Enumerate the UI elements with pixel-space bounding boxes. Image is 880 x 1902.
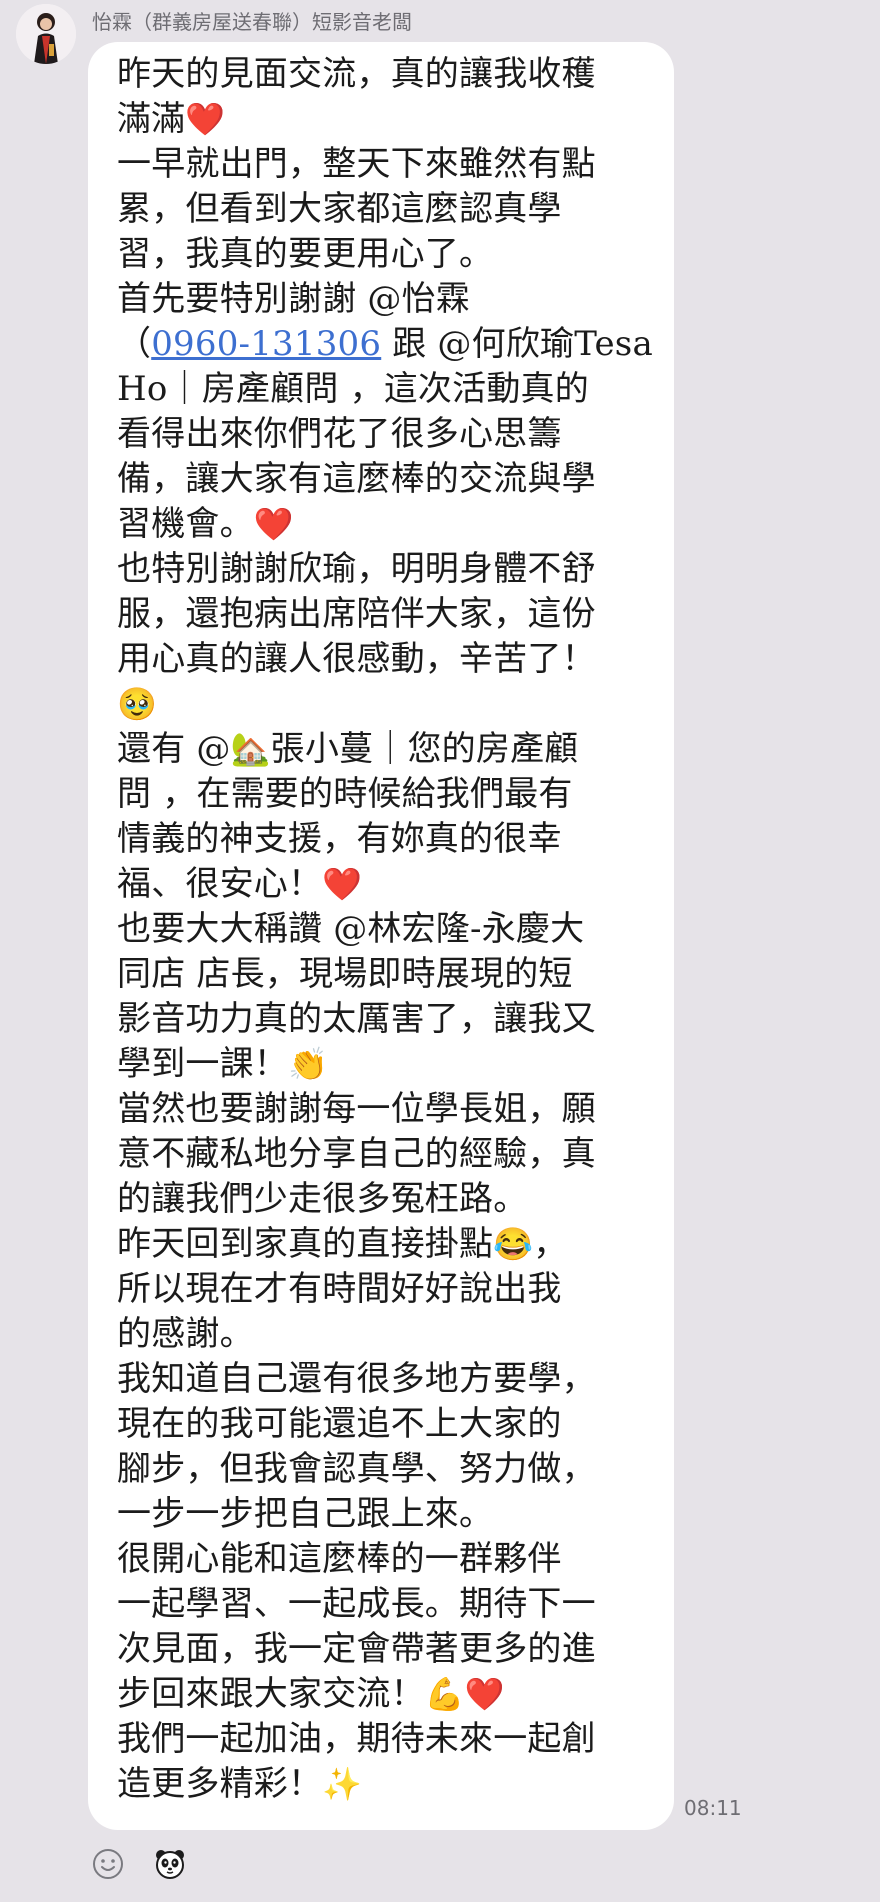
message-line: 情義的神支援，有妳真的很幸 bbox=[117, 817, 644, 862]
message-line: 習機會。❤️ bbox=[117, 502, 644, 547]
message-text-segment: 昨天回到家真的直接掛點 bbox=[117, 1224, 494, 1264]
message-text-segment: 服，還抱病出席陪伴大家，這份 bbox=[117, 594, 596, 634]
message-text-segment: 同店 店長，現場即時展現的短 bbox=[117, 954, 573, 994]
message-text-segment: 的讓我們少走很多冤枉路。 bbox=[117, 1179, 528, 1219]
emoji: 🏡 bbox=[230, 730, 271, 768]
emoji: 💪❤️ bbox=[424, 1675, 505, 1713]
reaction-bar bbox=[90, 1846, 188, 1882]
emoji: ❤️ bbox=[185, 100, 226, 138]
message-text-segment: 造更多精彩！ bbox=[117, 1764, 323, 1804]
smiley-react-icon[interactable] bbox=[90, 1846, 126, 1882]
message-text-segment: 累，但看到大家都這麼認真學 bbox=[117, 189, 562, 229]
message-line: 也要大大稱讚 @林宏隆-永慶大 bbox=[117, 907, 644, 952]
message-line: （0960-131306 跟 @何欣瑜Tesa bbox=[117, 322, 653, 367]
message-text-segment: 很開心能和這麼棒的一群夥伴 bbox=[117, 1539, 562, 1579]
message-text-segment: 一起學習、一起成長。期待下一 bbox=[117, 1584, 596, 1624]
emoji: 😂 bbox=[493, 1225, 534, 1263]
message-line: 現在的我可能還追不上大家的 bbox=[117, 1402, 644, 1447]
message-text-segment: ， bbox=[533, 1224, 568, 1264]
message-text-segment: 步回來跟大家交流！ bbox=[117, 1674, 425, 1714]
panda-sticker-icon[interactable] bbox=[152, 1846, 188, 1882]
message-text-segment: 昨天的見面交流，真的讓我收穫 bbox=[117, 54, 596, 94]
emoji: 👏 bbox=[288, 1045, 329, 1083]
message-text-segment: 腳步，但我會認真學、努力做， bbox=[117, 1449, 596, 1489]
message-text-segment: 當然也要謝謝每一位學長姐，願 bbox=[117, 1089, 596, 1129]
message-text-segment: 我們一起加油，期待未來一起創 bbox=[117, 1719, 596, 1759]
message-text-segment: 福、很安心！ bbox=[117, 864, 323, 904]
message-text-segment: 影音功力真的太厲害了，讓我又 bbox=[117, 999, 596, 1039]
message-text: 昨天的見面交流，真的讓我收穫 滿滿❤️ 一早就出門，整天下來雖然有點 累，但看到大家都… bbox=[117, 52, 653, 1807]
message-text-segment: 我知道自己還有很多地方要學， bbox=[117, 1359, 596, 1399]
message-text-segment: 滿滿 bbox=[117, 99, 186, 139]
message-line: 服，還抱病出席陪伴大家，這份 bbox=[117, 592, 644, 637]
message-line: 的感謝。 bbox=[117, 1312, 644, 1357]
message-text-segment: 問 ，在需要的時候給我們最有 bbox=[117, 774, 573, 814]
message-text-segment: 用心真的讓人很感動，辛苦了！ bbox=[117, 639, 596, 679]
message-text-segment: 跟 @何欣瑜Tesa bbox=[381, 324, 653, 364]
message-line: 同店 店長，現場即時展現的短 bbox=[117, 952, 644, 997]
message-text-segment: 現在的我可能還追不上大家的 bbox=[117, 1404, 562, 1444]
sender-name: 怡霖（群義房屋送春聯）短影音老闆 bbox=[92, 10, 412, 34]
message-line: 昨天回到家真的直接掛點😂， bbox=[117, 1222, 644, 1267]
message-line: 福、很安心！❤️ bbox=[117, 862, 644, 907]
message-text-segment: 學到一課！ bbox=[117, 1044, 288, 1084]
message-line: 🥹 bbox=[117, 682, 644, 727]
message-line: 一起學習、一起成長。期待下一 bbox=[117, 1582, 644, 1627]
message-line: 的讓我們少走很多冤枉路。 bbox=[117, 1177, 644, 1222]
message-line: 腳步，但我會認真學、努力做， bbox=[117, 1447, 644, 1492]
message-text-segment: 意不藏私地分享自己的經驗，真 bbox=[117, 1134, 596, 1174]
message-line: 用心真的讓人很感動，辛苦了！ bbox=[117, 637, 644, 682]
message-line: 看得出來你們花了很多心思籌 bbox=[117, 412, 644, 457]
message-line: 我知道自己還有很多地方要學， bbox=[117, 1357, 644, 1402]
message-text-segment: 備，讓大家有這麼棒的交流與學 bbox=[117, 459, 596, 499]
message-line: 滿滿❤️ bbox=[117, 97, 644, 142]
message-line: 意不藏私地分享自己的經驗，真 bbox=[117, 1132, 644, 1177]
message-line: 首先要特別謝謝 @怡霖 bbox=[117, 277, 644, 322]
message-text-segment: 一步一步把自己跟上來。 bbox=[117, 1494, 494, 1534]
message-line: 昨天的見面交流，真的讓我收穫 bbox=[117, 52, 644, 97]
message-text-segment: 習機會。 bbox=[117, 504, 254, 544]
message-line: Ho｜房產顧問 ，這次活動真的 bbox=[117, 367, 644, 412]
message-time: 08:11 bbox=[684, 1796, 742, 1820]
message-line: 很開心能和這麼棒的一群夥伴 bbox=[117, 1537, 644, 1582]
message-text-segment: 次見面，我一定會帶著更多的進 bbox=[117, 1629, 596, 1669]
message-bubble[interactable]: 昨天的見面交流，真的讓我收穫 滿滿❤️ 一早就出門，整天下來雖然有點 累，但看到大家都… bbox=[88, 42, 674, 1830]
message-line: 影音功力真的太厲害了，讓我又 bbox=[117, 997, 644, 1042]
message-text-segment: （ bbox=[117, 324, 152, 364]
message-line: 次見面，我一定會帶著更多的進 bbox=[117, 1627, 644, 1672]
message-text-segment: 首先要特別謝謝 @怡霖 bbox=[117, 279, 471, 319]
message-text-segment: 習，我真的要更用心了。 bbox=[117, 234, 494, 274]
message-text-segment: 還有 @ bbox=[117, 729, 231, 769]
message-line: 一早就出門，整天下來雖然有點 bbox=[117, 142, 644, 187]
emoji: ❤️ bbox=[322, 865, 363, 903]
message-line: 學到一課！👏 bbox=[117, 1042, 644, 1087]
phone-link[interactable]: 0960-131306 bbox=[151, 324, 381, 364]
message-line: 一步一步把自己跟上來。 bbox=[117, 1492, 644, 1537]
message-text-segment: Ho｜房產顧問 ，這次活動真的 bbox=[117, 369, 589, 409]
emoji: 🥹 bbox=[117, 685, 158, 723]
message-line: 備，讓大家有這麼棒的交流與學 bbox=[117, 457, 644, 502]
message-line: 造更多精彩！✨ bbox=[117, 1762, 644, 1807]
message-line: 問 ，在需要的時候給我們最有 bbox=[117, 772, 644, 817]
message-line: 所以現在才有時間好好說出我 bbox=[117, 1267, 644, 1312]
message-line: 累，但看到大家都這麼認真學 bbox=[117, 187, 644, 232]
message-line: 當然也要謝謝每一位學長姐，願 bbox=[117, 1087, 644, 1132]
message-text-segment: 張小蔓｜您的房產顧 bbox=[270, 729, 579, 769]
message-text-segment: 也特別謝謝欣瑜，明明身體不舒 bbox=[117, 549, 596, 589]
message-text-segment: 的感謝。 bbox=[117, 1314, 254, 1354]
message-text-segment: 一早就出門，整天下來雖然有點 bbox=[117, 144, 596, 184]
message-text-segment: 情義的神支援，有妳真的很幸 bbox=[117, 819, 562, 859]
sender-avatar[interactable] bbox=[16, 4, 76, 64]
message-line: 習，我真的要更用心了。 bbox=[117, 232, 644, 277]
message-text-segment: 所以現在才有時間好好說出我 bbox=[117, 1269, 562, 1309]
emoji: ✨ bbox=[322, 1765, 363, 1803]
message-line: 也特別謝謝欣瑜，明明身體不舒 bbox=[117, 547, 644, 592]
message-line: 我們一起加油，期待未來一起創 bbox=[117, 1717, 644, 1762]
message-line: 步回來跟大家交流！💪❤️ bbox=[117, 1672, 644, 1717]
message-text-segment: 也要大大稱讚 @林宏隆-永慶大 bbox=[117, 909, 585, 949]
message-line: 還有 @🏡張小蔓｜您的房產顧 bbox=[117, 727, 644, 772]
message-text-segment: 看得出來你們花了很多心思籌 bbox=[117, 414, 562, 454]
emoji: ❤️ bbox=[253, 505, 294, 543]
